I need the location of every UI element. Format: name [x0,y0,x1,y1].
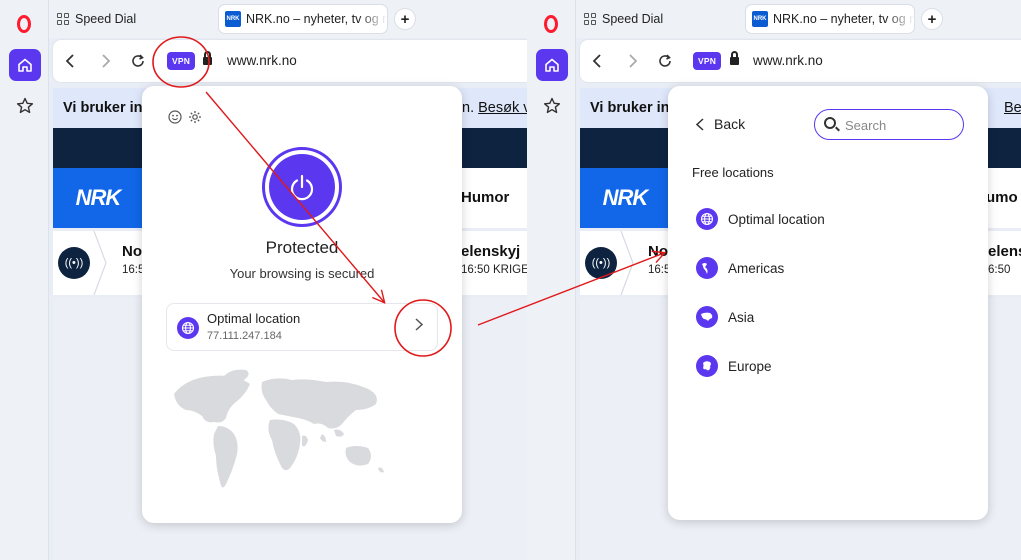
menu-item-humor[interactable]: Humor [461,189,509,206]
forward-arrow-icon[interactable] [623,51,643,71]
forward-arrow-icon[interactable] [96,51,116,71]
news-title[interactable]: No [122,243,142,260]
vpn-power-button[interactable] [262,147,342,227]
news-title[interactable]: elenskyj [461,243,520,260]
vpn-popup: Protected Your browsing is secured Optim… [142,86,462,523]
infobar-tail-text: n. [462,100,475,116]
back-button[interactable]: Back [696,116,745,132]
back-arrow-icon[interactable] [60,51,80,71]
infobar-tail: n. Besøk v [462,100,528,116]
tab-label: Speed Dial [602,12,664,26]
reload-icon[interactable] [128,51,148,71]
back-arrow-icon[interactable] [587,51,607,71]
grid-icon [57,13,69,25]
americas-globe-icon [696,257,718,279]
location-item-asia[interactable]: Asia [696,305,754,329]
menu-item-humor[interactable]: umo [986,189,1018,206]
tab-nrk[interactable]: NRK NRK.no – nyheter, tv og radio [219,5,387,33]
popup-tools [168,110,202,124]
nrk-favicon: NRK [752,11,768,27]
europe-globe-icon [696,355,718,377]
chevron-separator [93,231,107,295]
infobar-link[interactable]: Besøk v [478,100,528,116]
tutorial-stage: Speed Dial NRK NRK.no – nyheter, tv og r… [0,0,1021,560]
location-selector[interactable]: Optimal location 77.111.247.184 [166,303,438,351]
grid-icon [584,13,596,25]
star-icon[interactable] [540,94,564,118]
chevron-separator [620,231,634,295]
tab-speed-dial[interactable]: Speed Dial [584,9,663,29]
location-item-americas[interactable]: Americas [696,256,784,280]
gear-icon[interactable] [188,110,202,124]
sidebar [527,0,576,560]
location-item-optimal[interactable]: Optimal location [696,207,825,231]
live-radio-icon: ((•)) [58,247,90,279]
location-item-europe[interactable]: Europe [696,354,772,378]
sidebar [0,0,49,560]
news-title[interactable]: No [648,243,668,260]
star-icon[interactable] [13,94,37,118]
vpn-status-subtitle: Your browsing is secured [229,266,375,281]
location-search[interactable] [814,109,964,140]
infobar-link[interactable]: Be [1004,100,1021,116]
news-title[interactable]: elens [988,243,1021,260]
lock-icon[interactable] [203,51,212,66]
home-icon[interactable] [536,49,568,81]
news-time: 16:50 KRIGE [461,264,528,276]
browser-window-right: Speed Dial NRK NRK.no – nyheter, tv og r… [527,0,1021,560]
back-label: Back [714,116,746,132]
infobar-text: Vi bruker inf [63,100,148,116]
reload-icon[interactable] [655,51,675,71]
power-icon [269,154,335,220]
opera-logo-icon[interactable] [539,12,563,36]
infobar-tail: Be [1004,100,1021,116]
tab-label: NRK.no – nyheter, tv og radio [246,12,387,26]
browser-window-left: Speed Dial NRK NRK.no – nyheter, tv og r… [0,0,528,560]
news-time: 6:50 [988,264,1011,276]
url-field[interactable]: www.nrk.no [227,53,297,68]
home-icon[interactable] [9,49,41,81]
globe-icon [177,317,199,339]
lock-icon[interactable] [730,51,739,66]
tab-bar: Speed Dial NRK NRK.no – nyheter, tv og r… [49,0,528,38]
address-bar: VPN www.nrk.no [580,40,1021,82]
nrk-logo[interactable]: NRK [53,168,143,228]
chevron-left-icon [696,117,704,131]
world-map [174,369,384,488]
asia-globe-icon [696,306,718,328]
live-radio-icon: ((•)) [585,247,617,279]
nrk-favicon: NRK [225,11,241,27]
url-field[interactable]: www.nrk.no [753,53,823,68]
vpn-status: Protected [265,238,339,257]
new-tab-button[interactable]: + [922,9,942,29]
location-label: Americas [728,260,785,276]
new-tab-button[interactable]: + [395,9,415,29]
nrk-logo[interactable]: NRK [580,168,670,228]
infobar-text: Vi bruker inf [590,100,675,116]
tab-nrk[interactable]: NRK NRK.no – nyheter, tv og radio [746,5,914,33]
location-name: Optimal location [207,311,301,326]
location-label: Europe [728,358,772,374]
vpn-locations-popup: Back Free locations Optimal location Ame… [668,86,988,520]
search-icon [824,117,836,129]
address-bar: VPN www.nrk.no [53,40,528,82]
vpn-badge-button[interactable]: VPN [693,52,721,70]
globe-icon [696,208,718,230]
location-label: Optimal location [728,211,825,227]
location-ip: 77.111.247.184 [207,330,282,342]
chevron-right-icon[interactable] [415,318,424,336]
tab-label: Speed Dial [75,12,137,26]
tab-label: NRK.no – nyheter, tv og radio [773,12,914,26]
tab-bar: Speed Dial NRK NRK.no – nyheter, tv og r… [576,0,1021,38]
smiley-icon[interactable] [168,110,182,124]
vpn-badge-button[interactable]: VPN [167,52,195,70]
section-title: Free locations [692,165,774,180]
opera-logo-icon[interactable] [12,12,36,36]
tab-speed-dial[interactable]: Speed Dial [57,9,136,29]
search-input[interactable] [845,116,955,134]
location-label: Asia [728,309,755,325]
